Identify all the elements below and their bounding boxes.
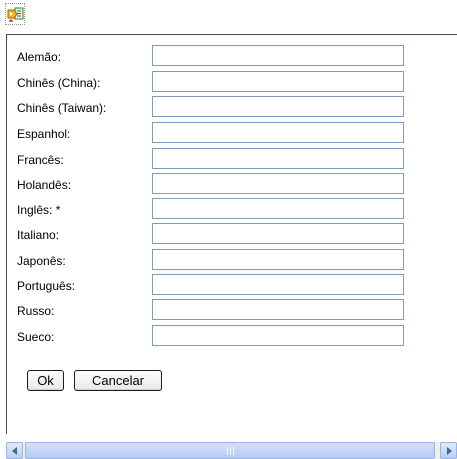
field-label: Alemão: bbox=[17, 50, 62, 64]
field-row-portugues: Português: bbox=[7, 273, 457, 299]
toolbar bbox=[0, 0, 457, 34]
scroll-thumb[interactable] bbox=[25, 442, 435, 459]
field-row-italiano: Italiano: bbox=[7, 222, 457, 248]
field-row-sueco: Sueco: bbox=[7, 324, 457, 350]
japones-input[interactable] bbox=[152, 249, 404, 270]
ingles-input[interactable] bbox=[152, 198, 404, 219]
frances-input[interactable] bbox=[152, 148, 404, 169]
holandes-input[interactable] bbox=[152, 173, 404, 194]
chines-china-input[interactable] bbox=[152, 71, 404, 92]
arrow-left-icon bbox=[12, 447, 17, 455]
ok-button[interactable]: Ok bbox=[27, 370, 64, 391]
field-label: Japonês: bbox=[17, 254, 66, 268]
espanhol-input[interactable] bbox=[152, 122, 404, 143]
field-label: Chinês (China): bbox=[17, 76, 101, 90]
field-label: Italiano: bbox=[17, 228, 60, 242]
field-label: Russo: bbox=[17, 304, 55, 318]
russo-input[interactable] bbox=[152, 299, 404, 320]
translate-button[interactable] bbox=[5, 3, 25, 25]
sueco-input[interactable] bbox=[152, 325, 404, 346]
field-label: Holandês: bbox=[17, 178, 72, 192]
portugues-input[interactable] bbox=[152, 274, 404, 295]
alemao-input[interactable] bbox=[152, 45, 404, 66]
field-row-espanhol: Espanhol: bbox=[7, 121, 457, 147]
field-row-holandes: Holandês: bbox=[7, 172, 457, 198]
field-row-russo: Russo: bbox=[7, 298, 457, 324]
field-row-ingles: Inglês: * bbox=[7, 197, 457, 223]
scroll-right-button[interactable] bbox=[440, 442, 457, 459]
field-label: Sueco: bbox=[17, 330, 55, 344]
translate-icon bbox=[7, 7, 24, 22]
field-label: Português: bbox=[17, 279, 76, 293]
field-row-chines-china: Chinês (China): bbox=[7, 70, 457, 96]
chines-taiwan-input[interactable] bbox=[152, 96, 404, 117]
field-row-japones: Japonês: bbox=[7, 248, 457, 274]
field-row-alemao: Alemão: bbox=[7, 44, 457, 70]
field-row-chines-taiwan: Chinês (Taiwan): bbox=[7, 95, 457, 121]
field-label: Francês: bbox=[17, 153, 64, 167]
scroll-left-button[interactable] bbox=[6, 442, 23, 459]
grip-icon bbox=[227, 447, 234, 455]
field-label: Inglês: * bbox=[17, 203, 61, 217]
cancel-button[interactable]: Cancelar bbox=[74, 370, 162, 391]
italiano-input[interactable] bbox=[152, 223, 404, 244]
field-label: Chinês (Taiwan): bbox=[17, 101, 107, 115]
field-label: Espanhol: bbox=[17, 127, 71, 141]
field-row-frances: Francês: bbox=[7, 147, 457, 173]
horizontal-scrollbar[interactable] bbox=[6, 442, 457, 459]
arrow-right-icon bbox=[447, 447, 452, 455]
translation-form: Alemão: Chinês (China): Chinês (Taiwan):… bbox=[6, 34, 457, 434]
